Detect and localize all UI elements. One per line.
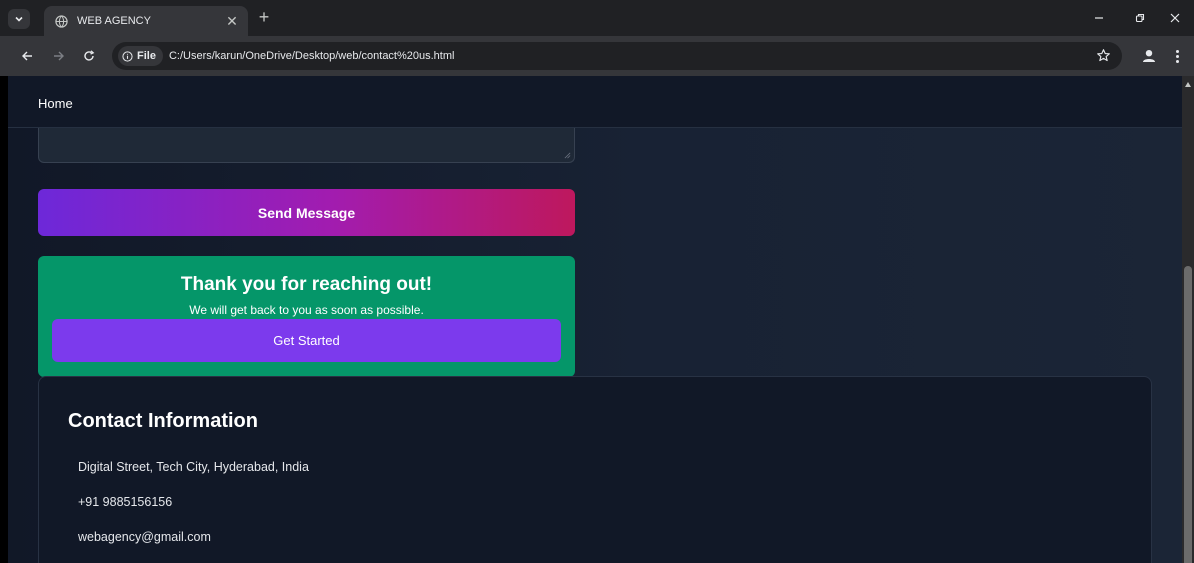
page-scrollbar[interactable] [1182,76,1194,563]
thank-you-card: Thank you for reaching out! We will get … [38,256,575,377]
browser-toolbar: File C:/Users/karun/OneDrive/Desktop/web… [0,36,1194,76]
contact-phone: +91 9885156156 [78,495,173,509]
reload-icon[interactable] [80,47,98,65]
resize-grip-icon[interactable] [564,152,571,159]
site-navbar: Home [8,76,1182,128]
browser-tab[interactable]: WEB AGENCY ✕ [44,6,248,36]
globe-icon [54,14,68,28]
back-arrow-icon[interactable] [18,47,36,65]
forward-arrow-icon[interactable] [50,47,68,65]
scroll-thumb[interactable] [1184,266,1192,563]
tab-title: WEB AGENCY [77,15,151,27]
message-textarea[interactable] [38,128,575,163]
contact-address: Digital Street, Tech City, Hyderabad, In… [78,460,309,474]
nav-link-home[interactable]: Home [38,96,73,111]
thank-you-subtitle: We will get back to you as soon as possi… [189,303,424,317]
send-message-button[interactable]: Send Message [38,189,575,236]
url-text: C:/Users/karun/OneDrive/Desktop/web/cont… [168,50,455,62]
contact-heading: Contact Information [68,410,258,432]
close-window-icon[interactable] [1166,10,1184,26]
thank-you-title: Thank you for reaching out! [180,274,433,295]
info-icon [122,50,133,62]
site-info-chip[interactable]: File [118,46,163,66]
contact-info-card: Contact Information Digital Street, Tech… [38,376,1152,563]
page-viewport: Home Send Message Thank you for reaching… [8,76,1182,563]
address-bar[interactable]: File C:/Users/karun/OneDrive/Desktop/web… [112,42,1122,70]
minimize-icon[interactable] [1090,10,1108,26]
profile-icon[interactable] [1140,47,1158,65]
more-icon[interactable] [1170,47,1184,65]
restore-icon[interactable] [1131,10,1149,26]
tab-search-button[interactable] [8,9,30,29]
get-started-button[interactable]: Get Started [52,319,561,362]
close-icon[interactable]: ✕ [224,13,240,30]
browser-tab-bar: WEB AGENCY ✕ + [0,0,1194,36]
contact-email: webagency@gmail.com [78,530,211,544]
scroll-up-arrow-icon[interactable] [1185,82,1191,87]
plus-icon[interactable]: + [256,8,272,27]
site-info-label: File [137,50,156,62]
star-icon[interactable] [1096,48,1112,64]
chevron-down-icon [15,16,23,22]
